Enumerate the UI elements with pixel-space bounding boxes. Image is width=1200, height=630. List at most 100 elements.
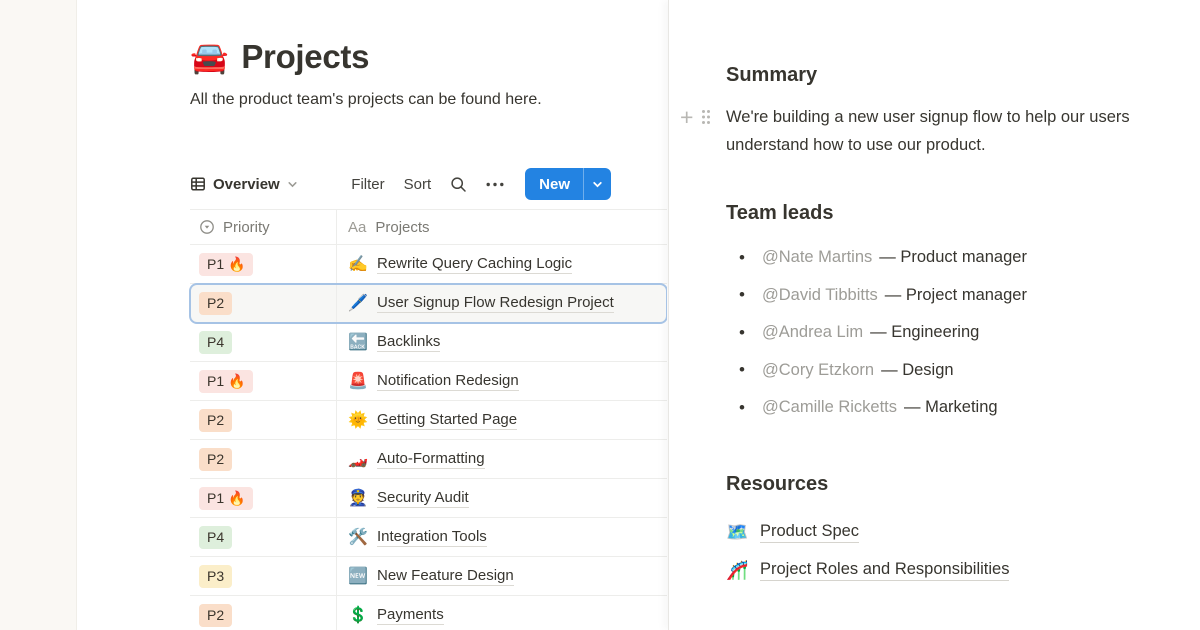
project-title-link[interactable]: Notification Redesign: [377, 372, 519, 391]
member-role: — Product manager: [879, 248, 1027, 267]
project-emoji-icon: 🖊️: [348, 293, 368, 313]
new-button[interactable]: New: [525, 168, 583, 200]
priority-badge[interactable]: P1 🔥: [199, 370, 253, 393]
search-button[interactable]: [450, 176, 467, 193]
more-dots-icon: [486, 182, 504, 187]
user-mention[interactable]: @Cory Etzkorn: [762, 361, 874, 380]
summary-heading: Summary: [726, 64, 817, 87]
priority-badge[interactable]: P4: [199, 526, 232, 549]
page-title: Projects: [241, 38, 369, 76]
priority-cell[interactable]: P3: [190, 557, 337, 595]
project-cell[interactable]: 🌞 Getting Started Page: [337, 401, 667, 439]
member-role: — Project manager: [885, 286, 1027, 305]
project-title-link[interactable]: Integration Tools: [377, 528, 487, 547]
table-row[interactable]: P4 🔙 Backlinks: [190, 323, 667, 362]
priority-badge[interactable]: P2: [199, 448, 232, 471]
drag-handle-icon[interactable]: [700, 108, 712, 126]
project-title-link[interactable]: New Feature Design: [377, 567, 514, 586]
team-member-item: @David Tibbitts — Project manager: [726, 277, 1027, 315]
team-member-item: @Camille Ricketts — Marketing: [726, 389, 1027, 427]
project-cell[interactable]: 👮 Security Audit: [337, 479, 667, 517]
project-emoji-icon: ✍️: [348, 254, 368, 274]
chevron-down-icon: [592, 179, 603, 190]
priority-badge[interactable]: P3: [199, 565, 232, 588]
view-switcher-label: Overview: [213, 176, 280, 193]
table-header-priority[interactable]: Priority: [190, 210, 337, 244]
table-row[interactable]: P2 💲 Payments: [190, 596, 667, 630]
project-emoji-icon: 💲: [348, 605, 368, 625]
left-accent-strip: [0, 0, 77, 630]
resources-heading: Resources: [726, 473, 828, 496]
summary-paragraph[interactable]: We're building a new user signup flow to…: [726, 103, 1198, 159]
table-row[interactable]: P2 🌞 Getting Started Page: [190, 401, 667, 440]
table-header-projects[interactable]: Aa Projects: [337, 210, 667, 244]
project-emoji-icon: 👮: [348, 488, 368, 508]
priority-cell[interactable]: P2: [190, 440, 337, 478]
team-member-item: @Nate Martins — Product manager: [726, 239, 1027, 277]
priority-cell[interactable]: P4: [190, 518, 337, 556]
project-cell[interactable]: 🏎️ Auto-Formatting: [337, 440, 667, 478]
project-title-link[interactable]: Security Audit: [377, 489, 469, 508]
priority-badge[interactable]: P1 🔥: [199, 253, 253, 276]
priority-cell[interactable]: P1 🔥: [190, 479, 337, 517]
priority-cell[interactable]: P2: [190, 284, 337, 322]
new-button-group: New: [525, 168, 611, 200]
user-mention[interactable]: @Camille Ricketts: [762, 398, 897, 417]
side-peek-panel: + Summary We're building a new user sign…: [668, 0, 1200, 630]
project-title-link[interactable]: Getting Started Page: [377, 411, 517, 430]
new-dropdown-button[interactable]: [583, 168, 611, 200]
project-emoji-icon: 🌞: [348, 410, 368, 430]
sort-button[interactable]: Sort: [404, 176, 432, 193]
project-title-link[interactable]: Payments: [377, 606, 444, 625]
resource-link[interactable]: 🎢 Project Roles and Responsibilities: [726, 551, 1009, 589]
project-cell[interactable]: 🚨 Notification Redesign: [337, 362, 667, 400]
team-leads-heading: Team leads: [726, 202, 833, 225]
table-row[interactable]: P1 🔥 ✍️ Rewrite Query Caching Logic: [190, 245, 667, 284]
projects-table: Priority Aa Projects P1 🔥 ✍️: [190, 209, 667, 630]
resource-link[interactable]: 🗺️ Product Spec: [726, 513, 1009, 551]
project-cell[interactable]: 🛠️ Integration Tools: [337, 518, 667, 556]
user-mention[interactable]: @Nate Martins: [762, 248, 872, 267]
priority-cell[interactable]: P2: [190, 596, 337, 630]
project-cell[interactable]: 💲 Payments: [337, 596, 667, 630]
user-mention[interactable]: @Andrea Lim: [762, 323, 863, 342]
project-cell[interactable]: 🔙 Backlinks: [337, 323, 667, 361]
table-row[interactable]: P2 🏎️ Auto-Formatting: [190, 440, 667, 479]
table-row[interactable]: P1 🔥 👮 Security Audit: [190, 479, 667, 518]
project-cell[interactable]: 🆕 New Feature Design: [337, 557, 667, 595]
filter-button[interactable]: Filter: [351, 176, 384, 193]
resource-emoji-icon: 🎢: [726, 560, 749, 581]
title-property-icon: Aa: [348, 219, 366, 236]
resource-link-label[interactable]: Project Roles and Responsibilities: [760, 560, 1009, 581]
priority-cell[interactable]: P1 🔥: [190, 245, 337, 283]
table-row[interactable]: P2 🖊️ User Signup Flow Redesign Project: [190, 284, 667, 323]
more-button[interactable]: [486, 182, 504, 187]
resources-list: 🗺️ Product Spec 🎢 Project Roles and Resp…: [726, 513, 1009, 589]
table-row[interactable]: P4 🛠️ Integration Tools: [190, 518, 667, 557]
project-cell[interactable]: 🖊️ User Signup Flow Redesign Project: [337, 284, 667, 322]
priority-badge[interactable]: P4: [199, 331, 232, 354]
priority-badge[interactable]: P2: [199, 604, 232, 627]
project-title-link[interactable]: Auto-Formatting: [377, 450, 485, 469]
table-icon: [190, 176, 206, 192]
add-block-icon[interactable]: +: [680, 107, 693, 127]
priority-badge[interactable]: P2: [199, 292, 232, 315]
priority-cell[interactable]: P2: [190, 401, 337, 439]
project-cell[interactable]: ✍️ Rewrite Query Caching Logic: [337, 245, 667, 283]
priority-badge[interactable]: P1 🔥: [199, 487, 253, 510]
table-row[interactable]: P3 🆕 New Feature Design: [190, 557, 667, 596]
table-row[interactable]: P1 🔥 🚨 Notification Redesign: [190, 362, 667, 401]
priority-badge[interactable]: P2: [199, 409, 232, 432]
select-property-icon: [199, 219, 215, 235]
priority-cell[interactable]: P4: [190, 323, 337, 361]
project-title-link[interactable]: Backlinks: [377, 333, 440, 352]
view-switcher[interactable]: Overview: [190, 176, 298, 193]
user-mention[interactable]: @David Tibbitts: [762, 286, 878, 305]
resource-link-label[interactable]: Product Spec: [760, 522, 859, 543]
database-toolbar: Overview Filter Sort: [190, 166, 611, 202]
project-title-link[interactable]: User Signup Flow Redesign Project: [377, 294, 614, 313]
team-member-item: @Andrea Lim — Engineering: [726, 314, 1027, 352]
project-title-link[interactable]: Rewrite Query Caching Logic: [377, 255, 572, 274]
priority-cell[interactable]: P1 🔥: [190, 362, 337, 400]
notion-window: 🚘 Projects All the product team's projec…: [0, 0, 1200, 630]
